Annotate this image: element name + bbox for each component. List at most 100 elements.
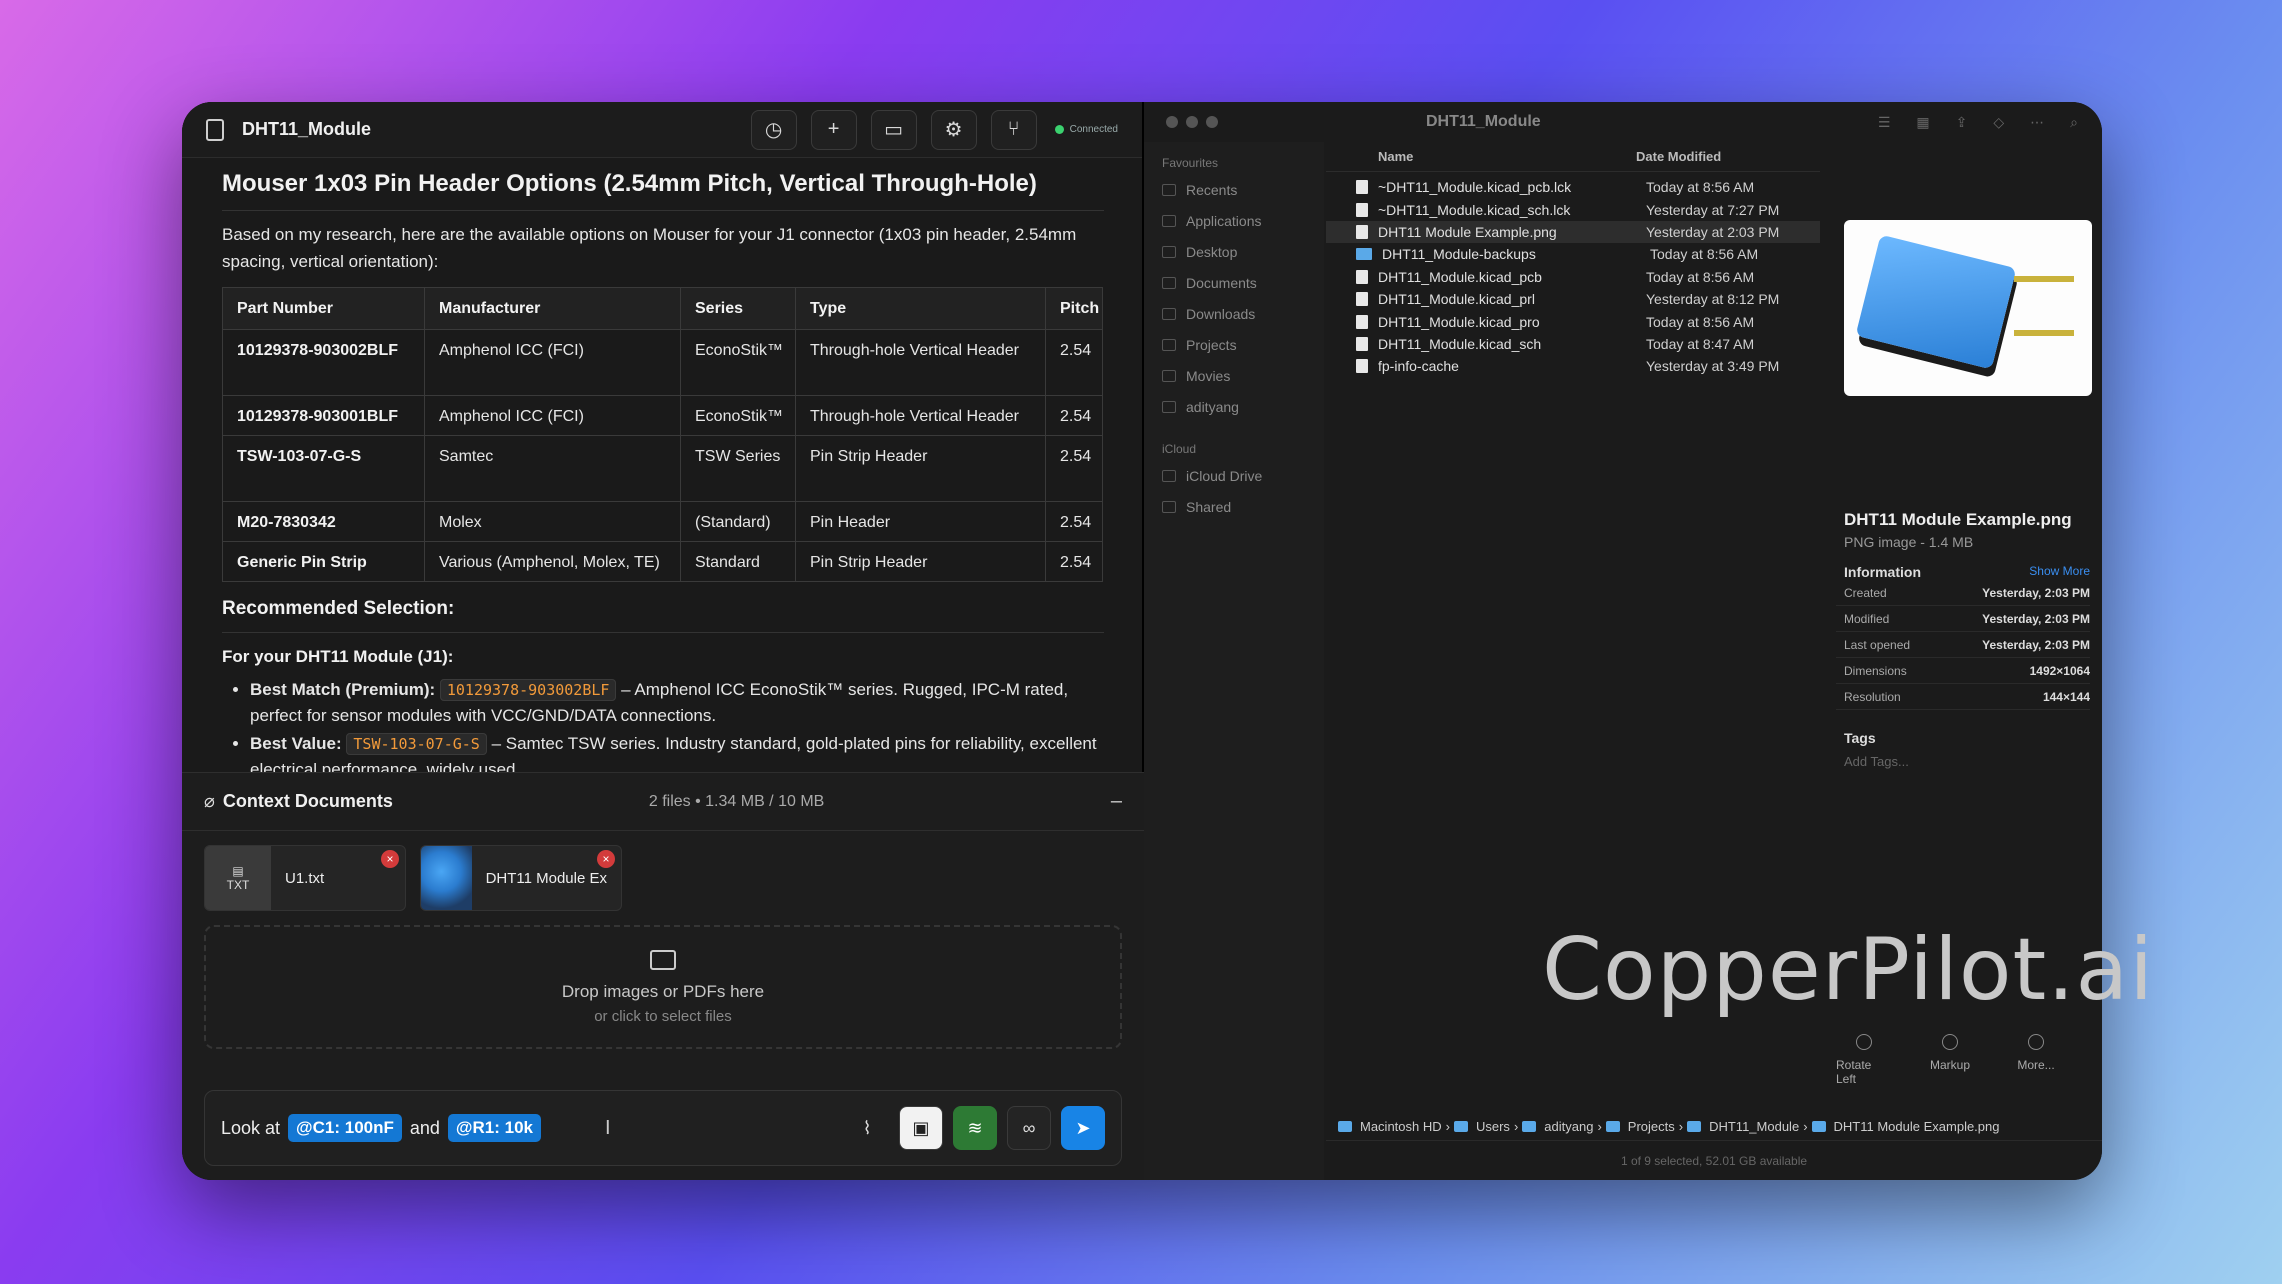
- input-text: Look at @C1: 100nF and @R1: 10k I: [221, 1114, 611, 1142]
- sidebar-item-icloud-drive[interactable]: iCloud Drive: [1162, 460, 1324, 491]
- date-column-header[interactable]: Date Modified: [1636, 149, 1721, 164]
- documents-icon: [1162, 276, 1176, 289]
- search-icon[interactable]: ⌕: [2070, 114, 2078, 131]
- part-code: 10129378-903002BLF: [439, 679, 617, 701]
- sidebar-item-projects[interactable]: Projects: [1162, 329, 1324, 360]
- preview-filetype: PNG image - 1.4 MB: [1844, 534, 1974, 550]
- sidebar-item-desktop[interactable]: Desktop: [1162, 236, 1324, 267]
- list-item: Best Value: TSW-103-07-G-S – Samtec TSW …: [250, 731, 1104, 772]
- chat-pane: DHT11_Module ◷ + ▭ ⚙ ⑂ Connected Mouser …: [182, 102, 1144, 1180]
- information-header: Information Show More: [1844, 564, 2090, 580]
- name-column-header[interactable]: Name: [1326, 149, 1636, 164]
- sidebar-item-downloads[interactable]: Downloads: [1162, 298, 1324, 329]
- context-info: 2 files • 1.34 MB / 10 MB: [648, 792, 825, 810]
- sidebar-item-applications[interactable]: Applications: [1162, 205, 1324, 236]
- image-file-icon: [1811, 1120, 1826, 1132]
- file-row[interactable]: DHT11_Module.kicad_prl Yesterday at 8:12 …: [1326, 288, 1820, 310]
- minimize-traffic-light[interactable]: [1186, 116, 1198, 128]
- image-file-icon: [1356, 224, 1368, 239]
- paperclip-icon: ⌀: [204, 791, 215, 811]
- file-row[interactable]: ~DHT11_Module.kicad_pcb.lck Today at 8:56…: [1326, 176, 1820, 198]
- layers-button[interactable]: ≋: [953, 1106, 997, 1150]
- document-icon: [206, 118, 224, 141]
- send-button[interactable]: ➤: [1061, 1106, 1105, 1150]
- show-more-link[interactable]: Show More: [2029, 564, 2090, 580]
- path-item[interactable]: adityang: [1544, 1119, 1593, 1134]
- folder-icon: [1356, 248, 1372, 261]
- movies-icon: [1162, 369, 1176, 382]
- rotate-left-button[interactable]: Rotate Left: [1836, 1034, 1892, 1086]
- remove-file-button[interactable]: ×: [381, 850, 399, 868]
- chip-button[interactable]: ▣: [899, 1106, 943, 1150]
- table-header-row: Part Number Manufacturer Series Type Pit…: [222, 287, 1103, 330]
- folder-button[interactable]: ▭: [870, 109, 917, 150]
- tag-icon[interactable]: ◇: [1993, 114, 2004, 131]
- chat-message: Mouser 1x03 Pin Header Options (2.54mm P…: [182, 162, 1144, 772]
- shared-folder-icon: [1162, 500, 1176, 513]
- file-list: ▤ TXT U1.txt × DHT11 Module Ex ×: [182, 831, 1144, 925]
- file-row[interactable]: DHT11_Module.kicad_pcb Today at 8:56 AM: [1326, 266, 1820, 288]
- file-chip[interactable]: ▤ TXT U1.txt ×: [204, 845, 406, 911]
- settings-button[interactable]: ⚙: [930, 109, 977, 150]
- file-row[interactable]: DHT11_Module.kicad_pro Today at 8:56 AM: [1326, 310, 1820, 332]
- infinity-button[interactable]: ∞: [1007, 1106, 1051, 1150]
- file-icon: [1356, 314, 1368, 329]
- drop-zone[interactable]: Drop images or PDFs here or click to sel…: [204, 925, 1122, 1049]
- sidebar-item-movies[interactable]: Movies: [1162, 360, 1324, 391]
- sidebar-item-documents[interactable]: Documents: [1162, 267, 1324, 298]
- table-cell: 2.54: [1045, 395, 1103, 436]
- folder-row[interactable]: DHT11_Module-backups Today at 8:56 AM: [1326, 243, 1820, 265]
- zoom-traffic-light[interactable]: [1206, 116, 1218, 128]
- share-icon[interactable]: ⇪: [1956, 114, 1968, 131]
- context-header: ⌀ Context Documents 2 files • 1.34 MB / …: [182, 773, 1144, 831]
- table-cell: Amphenol ICC (FCI): [424, 329, 681, 396]
- table-cell: 10129378-903001BLF: [222, 395, 425, 436]
- sidebar-item-recents[interactable]: Recents: [1162, 174, 1324, 205]
- text-cursor-icon: I: [604, 1116, 611, 1139]
- message-heading: Mouser 1x03 Pin Header Options (2.54mm P…: [222, 170, 1104, 211]
- file-row[interactable]: fp-info-cache Yesterday at 3:49 PM: [1326, 355, 1820, 377]
- add-tags-field[interactable]: Add Tags...: [1836, 754, 2090, 769]
- path-item[interactable]: Macintosh HD: [1360, 1119, 1442, 1134]
- more-button[interactable]: More...: [2008, 1034, 2064, 1086]
- collapse-button[interactable]: –: [1111, 790, 1122, 813]
- path-item[interactable]: DHT11_Module: [1709, 1119, 1799, 1134]
- file-icon: [1356, 336, 1368, 351]
- table-cell: Amphenol ICC (FCI): [424, 395, 681, 436]
- message-input[interactable]: Look at @C1: 100nF and @R1: 10k I ⌇ ▣ ≋ …: [204, 1090, 1122, 1166]
- path-item[interactable]: Projects: [1628, 1119, 1675, 1134]
- file-chip[interactable]: DHT11 Module Ex ×: [420, 845, 622, 911]
- table-cell: M20-7830342: [222, 501, 425, 542]
- mention-tag[interactable]: @R1: 10k: [447, 1114, 541, 1142]
- recommendation-heading: Recommended Selection:: [222, 598, 1104, 633]
- mention-tag[interactable]: @C1: 100nF: [288, 1114, 402, 1142]
- chat-header: DHT11_Module ◷ + ▭ ⚙ ⑂ Connected: [182, 102, 1142, 158]
- path-item[interactable]: DHT11 Module Example.png: [1834, 1119, 2000, 1134]
- file-name: U1.txt: [285, 869, 325, 887]
- column-header: Part Number: [222, 287, 425, 330]
- file-row-selected[interactable]: DHT11 Module Example.png Yesterday at 2:0…: [1326, 220, 1820, 244]
- file-row[interactable]: DHT11_Module.kicad_sch Today at 8:47 AM: [1326, 333, 1820, 355]
- file-icon: [1356, 269, 1368, 284]
- attach-button[interactable]: ⌇: [845, 1106, 889, 1150]
- more-icon[interactable]: ⋯: [2030, 114, 2044, 131]
- rotate-icon: [1856, 1034, 1872, 1050]
- view-options-icon[interactable]: ☰: [1878, 114, 1891, 131]
- finder-title: DHT11_Module: [1426, 113, 1541, 130]
- sidebar-item-home[interactable]: adityang: [1162, 391, 1324, 422]
- close-traffic-light[interactable]: [1166, 116, 1178, 128]
- branch-button[interactable]: ⑂: [990, 109, 1037, 150]
- finder-status-bar: 1 of 9 selected, 52.01 GB available: [1326, 1140, 2102, 1180]
- path-item[interactable]: Users: [1476, 1119, 1510, 1134]
- remove-file-button[interactable]: ×: [597, 850, 615, 868]
- new-chat-button[interactable]: +: [810, 109, 857, 150]
- history-button[interactable]: ◷: [750, 109, 797, 150]
- markup-button[interactable]: Markup: [1922, 1034, 1978, 1086]
- file-icon: [1356, 180, 1368, 195]
- finder-sidebar: Favourites Recents Applications Desktop …: [1144, 142, 1324, 1180]
- group-icon[interactable]: ▦: [1916, 114, 1929, 131]
- file-row[interactable]: ~DHT11_Module.kicad_sch.lck Yesterday at …: [1326, 198, 1820, 220]
- table-cell: Generic Pin Strip: [222, 541, 425, 582]
- txt-file-icon: ▤ TXT: [205, 846, 271, 910]
- sidebar-item-shared[interactable]: Shared: [1162, 491, 1324, 522]
